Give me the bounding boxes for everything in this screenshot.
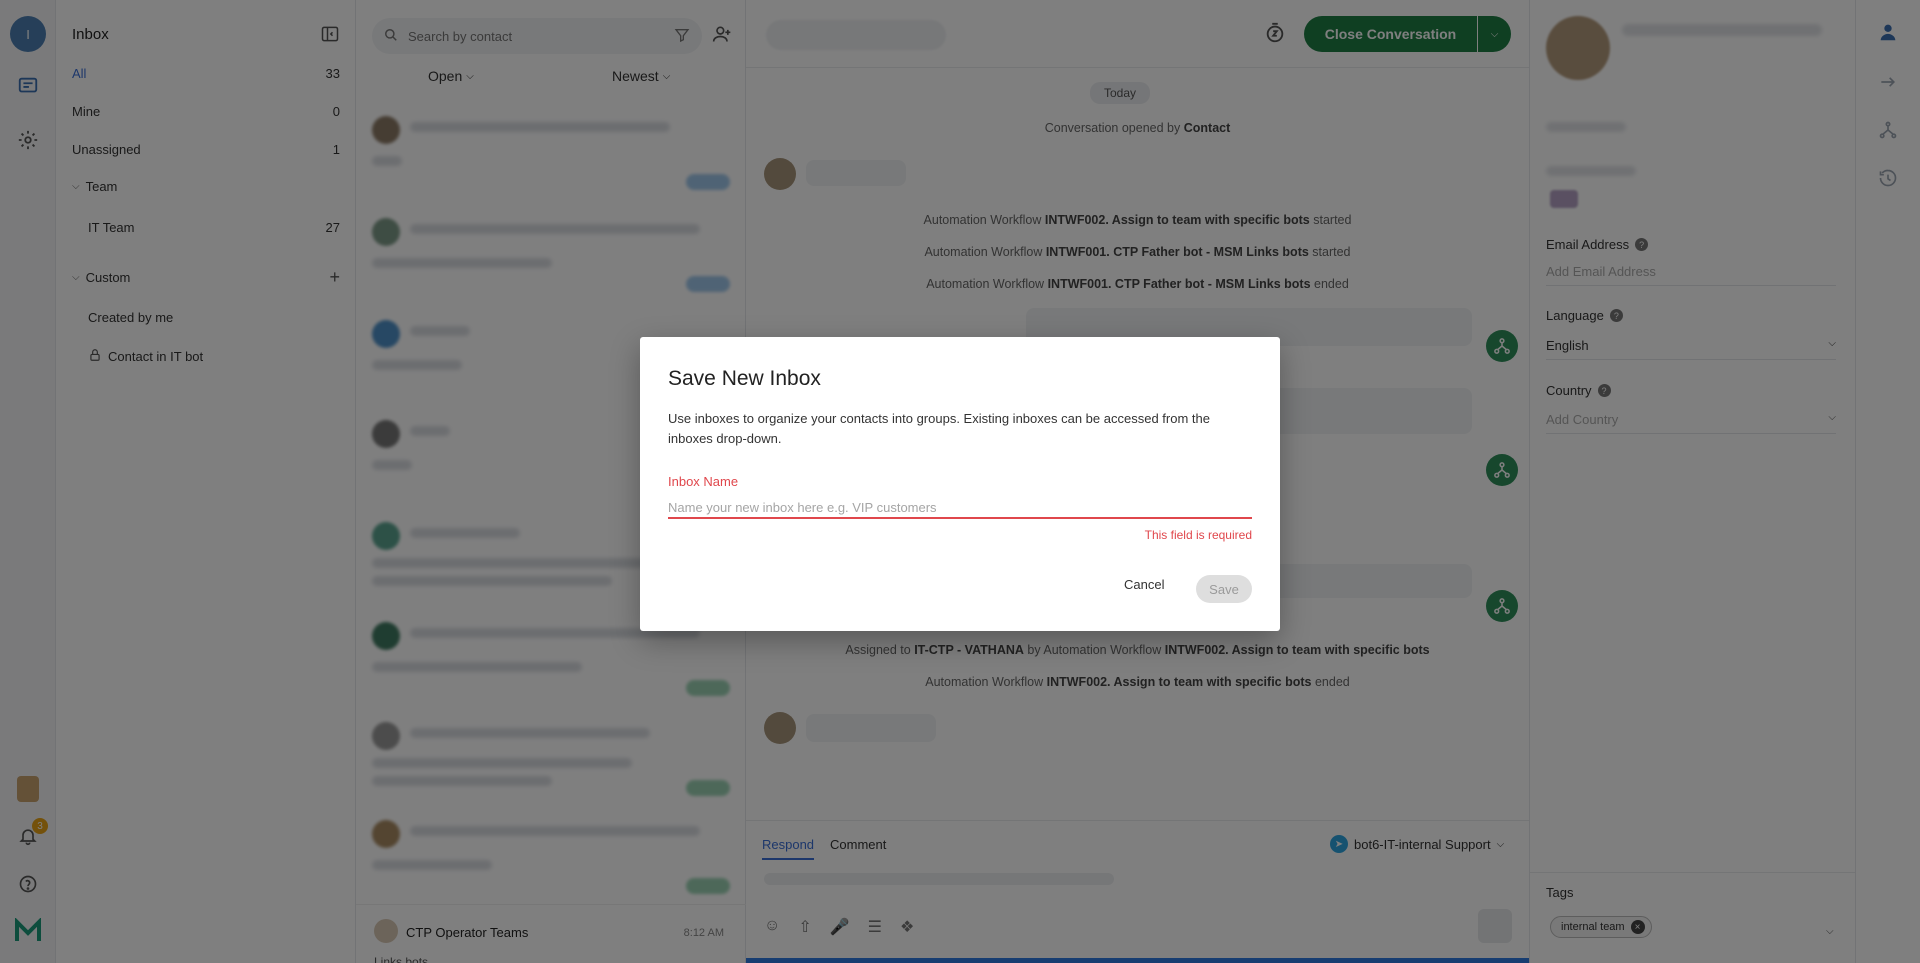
dialog-description: Use inboxes to organize your contacts in… xyxy=(668,411,1210,446)
inbox-name-input[interactable] xyxy=(668,497,1252,519)
cancel-button[interactable]: Cancel xyxy=(1124,577,1164,592)
save-inbox-dialog: Save New Inbox Use inboxes to organize y… xyxy=(640,337,1280,631)
inbox-name-label: Inbox Name xyxy=(668,474,739,489)
dialog-title: Save New Inbox xyxy=(668,367,821,390)
field-error-message: This field is required xyxy=(1144,528,1252,542)
save-button[interactable]: Save xyxy=(1196,575,1252,603)
